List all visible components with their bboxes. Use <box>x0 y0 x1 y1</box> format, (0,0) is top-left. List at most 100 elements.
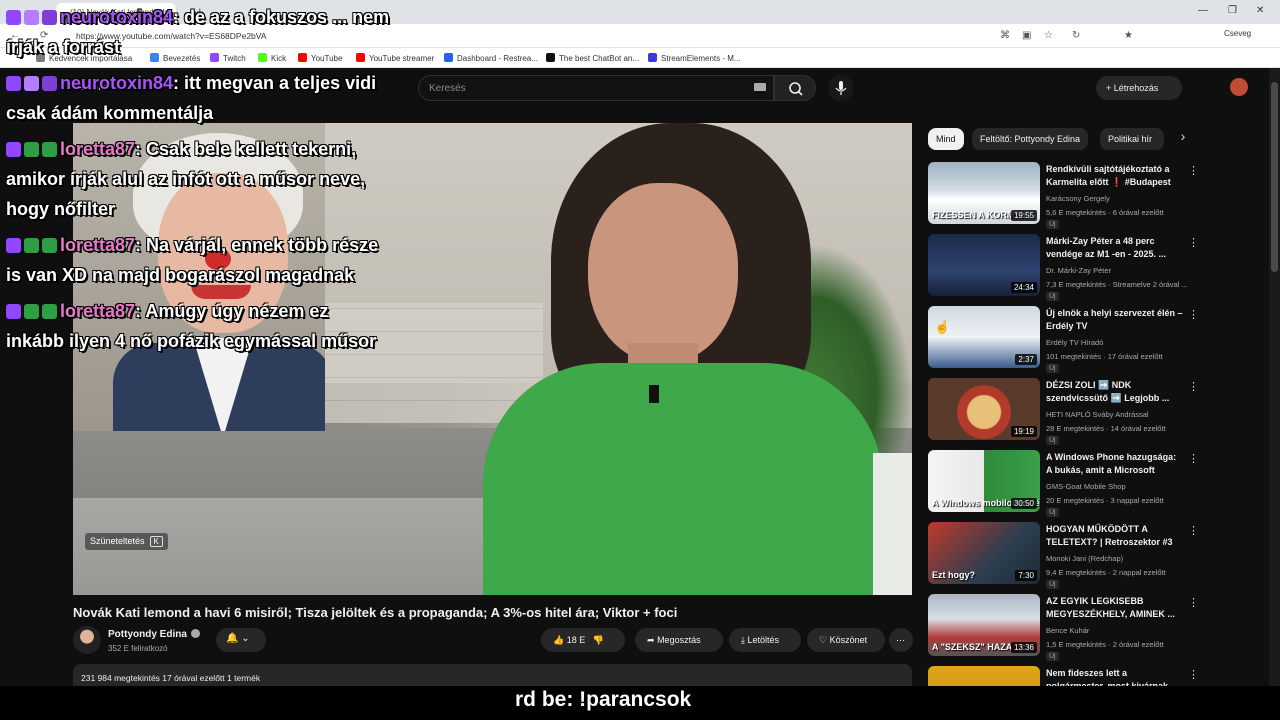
bookmark-item[interactable]: Kick <box>258 53 286 63</box>
thumbs-up-icon: 👍 <box>553 635 565 645</box>
chat-message-header: loretta87: Csak bele kellett tekerni, <box>6 134 356 164</box>
like-dislike-button[interactable]: 👍 18 E 👎 <box>541 628 625 652</box>
extensions-icon[interactable]: ▣ <box>1022 30 1031 41</box>
bookmark-item[interactable]: Twitch <box>210 53 246 63</box>
chat-message-header: loretta87: Amúgy úgy nézem ez <box>6 296 328 326</box>
pause-shortcut-key: K <box>149 536 163 547</box>
recommendation-item[interactable]: 24:34 Márki-Zay Péter a 48 perc vendége a… <box>928 234 1199 301</box>
thanks-button[interactable]: ♡ Köszönet <box>807 628 885 652</box>
presenter-face <box>588 183 738 363</box>
search-input[interactable]: Keresés <box>418 75 774 101</box>
chat-username: neurotoxin84 <box>60 73 174 93</box>
chat-message-line: is van XD na majd bogarászol magadnak <box>6 260 354 290</box>
scrollbar-thumb[interactable] <box>1271 82 1278 272</box>
verified-icon <box>190 629 200 638</box>
maximize-icon[interactable]: ❐ <box>1228 5 1237 16</box>
chat-username: neurotoxin84 <box>60 7 174 27</box>
recommendation-thumbnail[interactable]: FIZESSEN A KORMÁNY 19:55 <box>928 162 1040 224</box>
bookmark-item[interactable]: The best ChatBot an... <box>546 53 639 63</box>
chat-badge-icon <box>6 10 21 25</box>
more-vertical-icon[interactable]: ⋮ <box>1188 452 1199 465</box>
recommendation-channel: Dr. Márki-Zay Péter <box>1046 266 1112 275</box>
more-vertical-icon[interactable]: ⋮ <box>1188 380 1199 393</box>
recommendation-channel: Erdély TV Híradó <box>1046 338 1104 347</box>
chevron-right-icon[interactable]: › <box>1172 128 1194 150</box>
recommendation-thumbnail[interactable]: A Windows mobilok története30:50 <box>928 450 1040 512</box>
translate-icon[interactable]: ⌘ <box>1000 30 1010 41</box>
chat-badge-icon <box>6 142 21 157</box>
more-vertical-icon[interactable]: ⋮ <box>1188 668 1199 681</box>
account-avatar[interactable] <box>1230 78 1248 96</box>
more-vertical-icon[interactable]: ⋮ <box>1188 524 1199 537</box>
view-stats: 231 984 megtekintés 17 órával ezelőtt 1 … <box>81 673 261 683</box>
chat-badge-icon <box>6 304 21 319</box>
new-badge: Új <box>1046 220 1059 229</box>
bookmark-item[interactable]: YouTube streamer <box>356 53 434 63</box>
recommendation-item[interactable]: 2:37 Új elnök a helyi szervezet élén – Er… <box>928 306 1199 373</box>
more-vertical-icon[interactable]: ⋮ <box>1188 164 1199 177</box>
channel-name[interactable]: Pottyondy Edina <box>108 629 200 640</box>
more-vertical-icon[interactable]: ⋮ <box>1188 308 1199 321</box>
create-button[interactable]: + Létrehozás <box>1096 76 1182 100</box>
share-icon: ➦ <box>647 635 655 645</box>
channel-avatar[interactable] <box>73 626 101 654</box>
bookmark-label: The best ChatBot an... <box>559 54 640 63</box>
recommendation-thumbnail[interactable]: 19:19 <box>928 378 1040 440</box>
bookmark-favicon-icon <box>210 53 219 62</box>
microphone-icon <box>835 81 847 95</box>
more-actions-button[interactable]: ⋯ <box>889 628 913 652</box>
recommendation-stats: 5,6 E megtekintés · 6 órával ezelőtt <box>1046 208 1164 217</box>
bookmark-item[interactable]: StreamElements - M... <box>648 53 741 63</box>
refresh-page-icon[interactable]: ↻ <box>1072 30 1080 41</box>
bookmarks-bar: Kedvencek importálása Bevezetés Twitch Kick… <box>0 48 1280 68</box>
more-vertical-icon[interactable]: ⋮ <box>1188 596 1199 609</box>
video-duration: 30:50 <box>1010 498 1037 509</box>
recommendation-thumbnail[interactable]: Ezt hogy? 7:30 <box>928 522 1040 584</box>
recommendation-thumbnail[interactable]: A "SZEKSZ" HAZA 13:36 <box>928 594 1040 656</box>
chat-username: loretta87 <box>60 235 136 255</box>
chat-text: inkább ilyen 4 nő pofázik egymással műso… <box>6 331 377 351</box>
favorite-star-icon[interactable]: ☆ <box>1044 30 1053 41</box>
recommendation-item[interactable]: 19:19 DÉZSI ZOLI ➡️ NDK szendvicssütő ➡️ … <box>928 378 1199 445</box>
bookmark-favicon-icon <box>546 53 555 62</box>
share-button[interactable]: ➦ Megosztás <box>635 628 723 652</box>
bookmark-item[interactable]: Bevezetés <box>150 53 200 63</box>
chat-badge-icon <box>42 142 57 157</box>
like-count: 18 E <box>566 635 586 645</box>
recommendation-item[interactable]: Ezt hogy? 7:30 HOGYAN MŰKÖDÖTT A TELETEXT?… <box>928 522 1199 589</box>
recommendation-thumbnail[interactable]: 2:37 <box>928 306 1040 368</box>
recommendation-item[interactable]: A "SZEKSZ" HAZA 13:36 AZ EGYIK LEGKISEBB M… <box>928 594 1199 661</box>
recommendation-title: AZ EGYIK LEGKISEBB MEGYESZÉKHELY, AMINEK… <box>1046 596 1175 619</box>
chat-message-line: csak ádám kommentálja <box>6 98 213 128</box>
favorites-icon[interactable]: ★ <box>1124 30 1133 41</box>
recommendation-channel: Monoki Jani (Redchap) <box>1046 554 1124 563</box>
chat-text: : Csak bele kellett tekerni, <box>135 139 357 159</box>
chip-political-news[interactable]: Politikai hír <box>1100 128 1164 150</box>
keyboard-icon[interactable] <box>754 83 766 91</box>
recommendation-channel: Bence Kuhár <box>1046 626 1090 635</box>
voice-search-button[interactable] <box>828 75 854 101</box>
new-badge: Új <box>1046 364 1059 373</box>
close-window-icon[interactable]: ✕ <box>1256 5 1264 16</box>
new-badge: Új <box>1046 652 1059 661</box>
notification-bell-button[interactable]: 🔔 ⌄ <box>216 628 266 652</box>
bookmark-item[interactable]: YouTube <box>298 53 342 63</box>
profile-label[interactable]: Cseveg <box>1224 29 1251 38</box>
recommendation-item[interactable]: FIZESSEN A KORMÁNY 19:55 Rendkívüli sajtót… <box>928 162 1199 229</box>
chip-uploader[interactable]: Feltöltő: Pottyondy Edina <box>972 128 1089 150</box>
chat-message-header: neurotoxin84: de az a fokuszos ... nem <box>6 2 389 32</box>
new-badge: Új <box>1046 436 1059 445</box>
bookmark-item[interactable]: Dashboard - Restrea... <box>444 53 538 63</box>
presenter-green-sweater <box>483 363 883 595</box>
chip-all[interactable]: Mind <box>928 128 964 150</box>
download-button[interactable]: ⤓ Letöltés <box>729 628 801 652</box>
chat-message-line: inkább ilyen 4 nő pofázik egymással műso… <box>6 326 376 356</box>
recommendation-item[interactable]: A Windows mobilok története30:50A Window… <box>928 450 1199 517</box>
video-duration: 7:30 <box>1015 570 1037 581</box>
chat-text: is van XD na majd bogarászol magadnak <box>6 265 355 285</box>
page-scrollbar[interactable] <box>1269 68 1280 686</box>
search-button[interactable] <box>774 75 816 101</box>
minimize-icon[interactable]: — <box>1198 5 1208 16</box>
more-vertical-icon[interactable]: ⋮ <box>1188 236 1199 249</box>
recommendation-thumbnail[interactable]: 24:34 <box>928 234 1040 296</box>
